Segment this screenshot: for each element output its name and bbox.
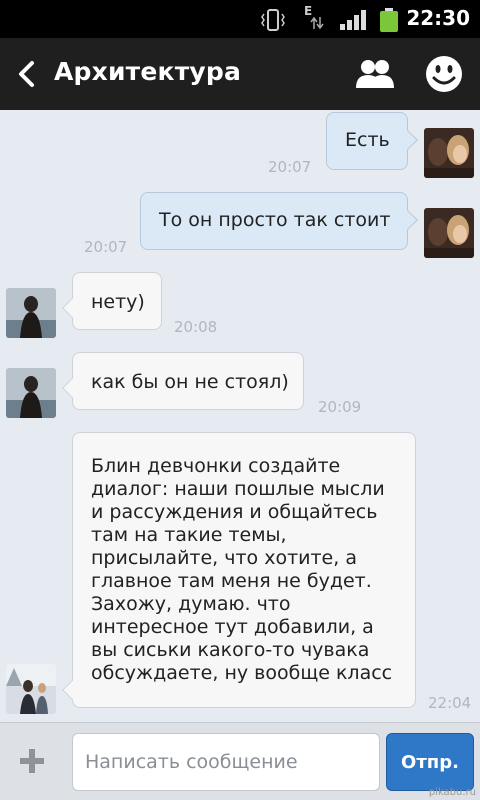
contact-avatar[interactable] — [6, 368, 56, 418]
contact-avatar[interactable] — [6, 664, 56, 714]
message-time: 20:07 — [84, 238, 128, 256]
contact-avatar[interactable] — [6, 288, 56, 338]
message-text: Блин девчонки создайте диалог: наши пошл… — [91, 455, 393, 684]
avatar-photo-icon — [424, 208, 474, 258]
smiley-icon[interactable] — [424, 54, 464, 94]
members-icon[interactable] — [354, 56, 396, 92]
action-bar: Архитектура — [0, 38, 480, 110]
outgoing-message-bubble[interactable]: То он просто так стоит — [140, 192, 418, 250]
message-text: Есть — [345, 129, 390, 151]
incoming-message-bubble[interactable]: Блин девчонки создайте диалог: наши пошл… — [62, 432, 416, 708]
my-avatar[interactable] — [424, 208, 474, 258]
message-text: нету) — [91, 291, 145, 313]
message-time: 20:08 — [174, 318, 218, 336]
my-avatar[interactable] — [424, 128, 474, 178]
message-text: как бы он не стоял) — [91, 371, 289, 393]
status-bar: E 22:30 — [0, 0, 480, 38]
chat-title: Архитектура — [54, 57, 242, 86]
message-text: То он просто так стоит — [159, 209, 391, 231]
composer-bar: Отпр. pikabu.ru — [0, 722, 480, 800]
status-clock: 22:30 — [406, 6, 470, 30]
vibrate-icon — [261, 9, 285, 31]
message-input[interactable] — [72, 733, 380, 791]
plus-icon[interactable] — [18, 747, 46, 775]
incoming-message-bubble[interactable]: как бы он не стоял) — [62, 352, 304, 410]
signal-bars-icon — [340, 10, 366, 30]
avatar-photo-icon — [6, 664, 56, 714]
avatar-photo-icon — [6, 288, 56, 338]
message-list[interactable]: Есть 20:07 То он просто так стоит 20:07 — [0, 110, 480, 722]
outgoing-message-bubble[interactable]: Есть — [326, 112, 418, 170]
data-arrows-icon: E — [302, 4, 326, 32]
incoming-message-bubble[interactable]: нету) — [62, 272, 162, 330]
watermark: pikabu.ru — [428, 787, 476, 798]
message-time: 20:07 — [268, 158, 312, 176]
avatar-photo-icon — [6, 368, 56, 418]
back-arrow-icon[interactable] — [12, 58, 42, 90]
avatar-photo-icon — [424, 128, 474, 178]
message-time: 20:09 — [318, 398, 362, 416]
message-time: 22:04 — [428, 694, 472, 712]
battery-icon — [380, 8, 398, 32]
send-button[interactable]: Отпр. — [386, 733, 474, 791]
